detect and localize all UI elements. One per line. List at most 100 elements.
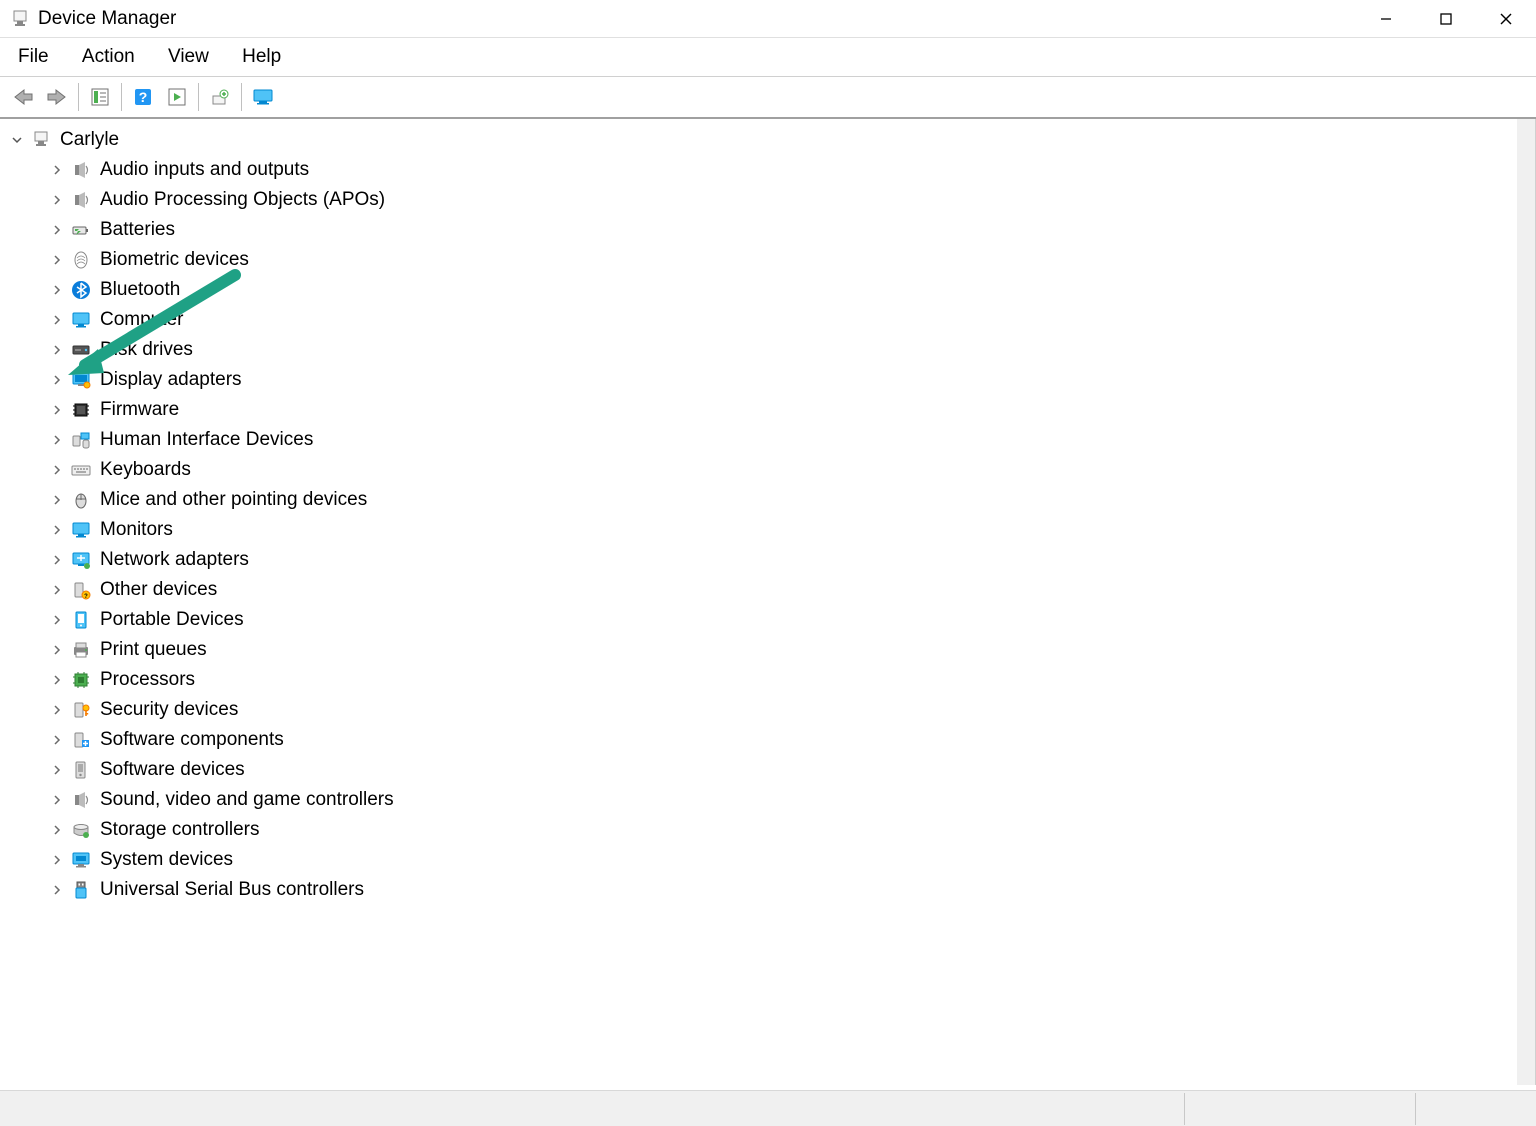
battery-icon	[70, 219, 92, 241]
window-title: Device Manager	[38, 8, 176, 30]
tree-item[interactable]: Computer	[8, 305, 1527, 335]
chevron-right-icon[interactable]	[48, 701, 66, 719]
tree-item-label[interactable]: Computer	[96, 309, 183, 331]
tree-item[interactable]: Bluetooth	[8, 275, 1527, 305]
tree-item[interactable]: Monitors	[8, 515, 1527, 545]
chevron-right-icon[interactable]	[48, 551, 66, 569]
tree-item-label[interactable]: Software devices	[96, 759, 245, 781]
menu-file[interactable]: File	[4, 42, 63, 71]
tree-item[interactable]: Audio inputs and outputs	[8, 155, 1527, 185]
tree-item-label[interactable]: Storage controllers	[96, 819, 259, 841]
disk-icon	[70, 339, 92, 361]
tree-item-label[interactable]: Universal Serial Bus controllers	[96, 879, 364, 901]
computer-root-icon	[30, 129, 52, 151]
tree-item-label[interactable]: Other devices	[96, 579, 217, 601]
tree-item[interactable]: Software devices	[8, 755, 1527, 785]
tree-item[interactable]: Portable Devices	[8, 605, 1527, 635]
tree-item[interactable]: System devices	[8, 845, 1527, 875]
scan-button[interactable]	[162, 82, 192, 112]
tree-item[interactable]: Software components	[8, 725, 1527, 755]
tree-item[interactable]: Display adapters	[8, 365, 1527, 395]
tree-item-label[interactable]: Security devices	[96, 699, 238, 721]
chevron-right-icon[interactable]	[48, 191, 66, 209]
chevron-right-icon[interactable]	[48, 671, 66, 689]
chevron-right-icon[interactable]	[48, 491, 66, 509]
tree-item-label[interactable]: Print queues	[96, 639, 207, 661]
chevron-right-icon[interactable]	[48, 161, 66, 179]
menu-help[interactable]: Help	[228, 42, 295, 71]
maximize-button[interactable]	[1416, 0, 1476, 38]
tree-item-label[interactable]: Batteries	[96, 219, 175, 241]
chevron-right-icon[interactable]	[48, 731, 66, 749]
tree-item-label[interactable]: System devices	[96, 849, 233, 871]
tree-item[interactable]: Mice and other pointing devices	[8, 485, 1527, 515]
biometric-icon	[70, 249, 92, 271]
tree-item[interactable]: Universal Serial Bus controllers	[8, 875, 1527, 905]
forward-button[interactable]	[42, 82, 72, 112]
tree-item-label[interactable]: Human Interface Devices	[96, 429, 313, 451]
tree-root-label[interactable]: Carlyle	[56, 129, 119, 151]
tree-item-label[interactable]: Disk drives	[96, 339, 193, 361]
properties-button[interactable]	[85, 82, 115, 112]
tree-item[interactable]: Security devices	[8, 695, 1527, 725]
chevron-right-icon[interactable]	[48, 311, 66, 329]
chevron-right-icon[interactable]	[48, 341, 66, 359]
chevron-right-icon[interactable]	[48, 851, 66, 869]
tree-item[interactable]: Processors	[8, 665, 1527, 695]
chevron-right-icon[interactable]	[48, 791, 66, 809]
tree-item-label[interactable]: Mice and other pointing devices	[96, 489, 367, 511]
tree-item[interactable]: Human Interface Devices	[8, 425, 1527, 455]
menu-view[interactable]: View	[154, 42, 223, 71]
tree-item[interactable]: Biometric devices	[8, 245, 1527, 275]
tree-item[interactable]: Keyboards	[8, 455, 1527, 485]
tree-item-label[interactable]: Firmware	[96, 399, 179, 421]
tree-item[interactable]: Firmware	[8, 395, 1527, 425]
tree-item-label[interactable]: Processors	[96, 669, 195, 691]
chevron-right-icon[interactable]	[48, 821, 66, 839]
tree-item-label[interactable]: Bluetooth	[96, 279, 180, 301]
chevron-down-icon[interactable]	[8, 131, 26, 149]
chevron-right-icon[interactable]	[48, 371, 66, 389]
tree-item[interactable]: Disk drives	[8, 335, 1527, 365]
tree-item[interactable]: Network adapters	[8, 545, 1527, 575]
tree-root[interactable]: Carlyle	[8, 125, 1527, 155]
tree-item-label[interactable]: Display adapters	[96, 369, 242, 391]
tree-item[interactable]: ?Other devices	[8, 575, 1527, 605]
tree-item-label[interactable]: Portable Devices	[96, 609, 244, 631]
chevron-right-icon[interactable]	[48, 461, 66, 479]
tree-item-label[interactable]: Monitors	[96, 519, 173, 541]
minimize-button[interactable]	[1356, 0, 1416, 38]
tree-item-label[interactable]: Network adapters	[96, 549, 249, 571]
monitor-icon	[70, 309, 92, 331]
chevron-right-icon[interactable]	[48, 401, 66, 419]
tree-item[interactable]: Audio Processing Objects (APOs)	[8, 185, 1527, 215]
chevron-right-icon[interactable]	[48, 881, 66, 899]
keyboard-icon	[70, 459, 92, 481]
show-devices-button[interactable]	[248, 82, 278, 112]
tree-item-label[interactable]: Sound, video and game controllers	[96, 789, 394, 811]
vertical-scrollbar[interactable]	[1517, 119, 1535, 1085]
back-button[interactable]	[8, 82, 38, 112]
chevron-right-icon[interactable]	[48, 431, 66, 449]
chevron-right-icon[interactable]	[48, 761, 66, 779]
tree-item[interactable]: Batteries	[8, 215, 1527, 245]
chevron-right-icon[interactable]	[48, 251, 66, 269]
tree-item[interactable]: Storage controllers	[8, 815, 1527, 845]
chevron-right-icon[interactable]	[48, 641, 66, 659]
tree-item-label[interactable]: Software components	[96, 729, 284, 751]
chevron-right-icon[interactable]	[48, 611, 66, 629]
chevron-right-icon[interactable]	[48, 281, 66, 299]
close-button[interactable]	[1476, 0, 1536, 38]
tree-item-label[interactable]: Audio inputs and outputs	[96, 159, 309, 181]
add-hardware-button[interactable]	[205, 82, 235, 112]
tree-item[interactable]: Print queues	[8, 635, 1527, 665]
tree-item-label[interactable]: Audio Processing Objects (APOs)	[96, 189, 385, 211]
help-button[interactable]: ?	[128, 82, 158, 112]
tree-item-label[interactable]: Keyboards	[96, 459, 191, 481]
chevron-right-icon[interactable]	[48, 581, 66, 599]
tree-item[interactable]: Sound, video and game controllers	[8, 785, 1527, 815]
tree-item-label[interactable]: Biometric devices	[96, 249, 249, 271]
menu-action[interactable]: Action	[68, 42, 149, 71]
chevron-right-icon[interactable]	[48, 221, 66, 239]
chevron-right-icon[interactable]	[48, 521, 66, 539]
